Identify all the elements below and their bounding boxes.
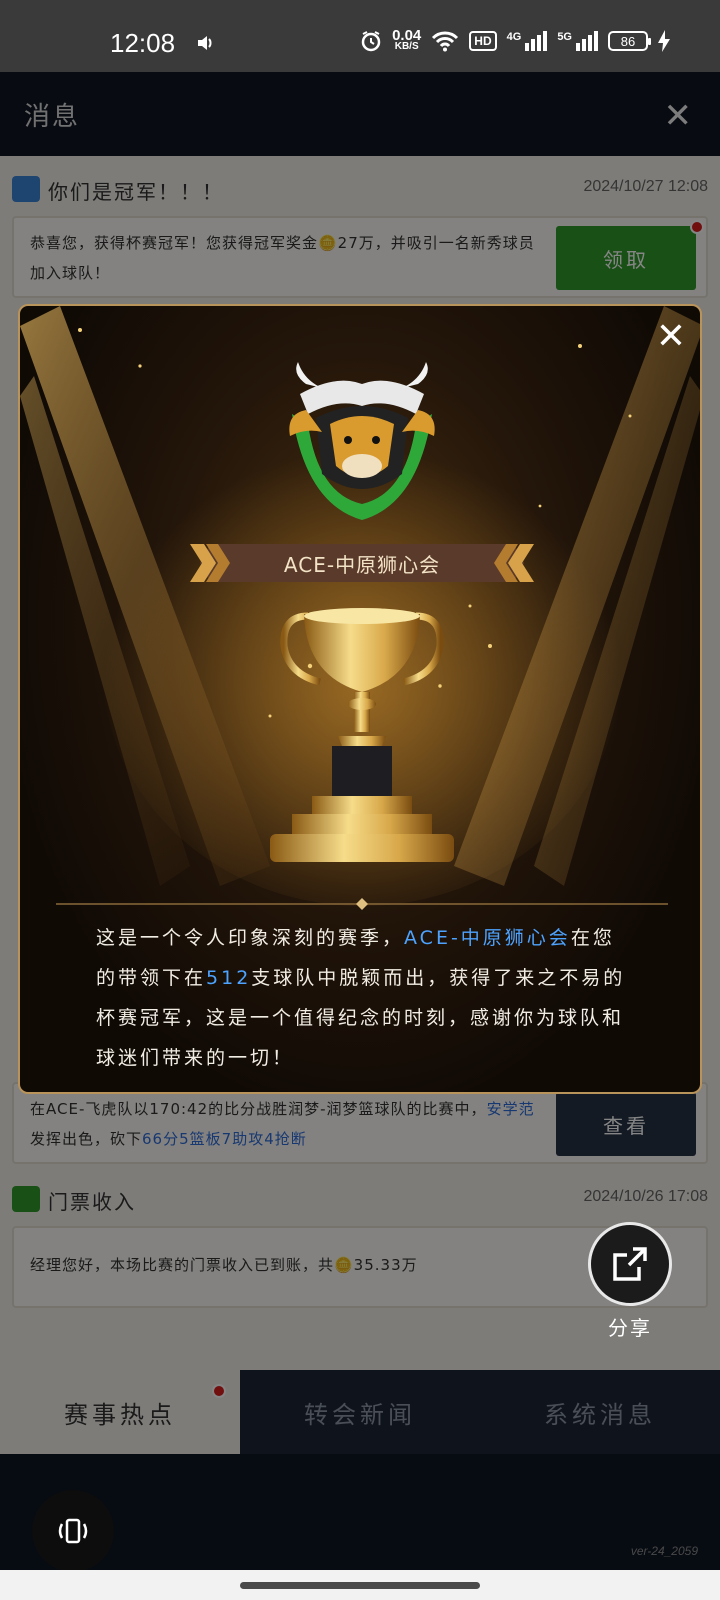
status-bar: 12:08 0.04 KB/S HD 4G 5G 86 bbox=[0, 0, 720, 72]
rotate-screen-button[interactable] bbox=[32, 1490, 114, 1572]
battery-icon: 86 bbox=[608, 31, 651, 51]
clock: 12:08 bbox=[110, 28, 176, 58]
hd-icon: HD bbox=[469, 31, 497, 51]
achievement-text: 这是一个令人印象深刻的赛季，ACE-中原狮心会在您的带领下在512支球队中脱颖而… bbox=[96, 927, 626, 1069]
share-button[interactable] bbox=[588, 1222, 672, 1306]
alarm-icon bbox=[361, 31, 381, 52]
gesture-bar bbox=[0, 1570, 720, 1600]
home-indicator[interactable] bbox=[240, 1582, 480, 1589]
signal-4g-icon: 4G bbox=[507, 31, 548, 51]
divider bbox=[56, 898, 668, 910]
network-speed: 0.04 KB/S bbox=[392, 27, 422, 52]
charging-icon bbox=[658, 30, 670, 52]
team-name: ACE-中原狮心会 bbox=[283, 552, 441, 577]
trophy-icon bbox=[270, 608, 454, 862]
volume-icon bbox=[198, 36, 212, 50]
signal-5g-icon: 5G bbox=[557, 31, 598, 51]
share-label: 分享 bbox=[608, 1316, 652, 1340]
wifi-icon bbox=[432, 31, 459, 52]
share-icon bbox=[613, 1247, 647, 1281]
team-logo-bison bbox=[289, 362, 435, 520]
rotate-icon bbox=[58, 1518, 88, 1544]
modal-close-icon[interactable]: ✕ bbox=[656, 316, 686, 357]
championship-modal: ✕ ACE-中原狮心会 这是一个令人印象深刻的赛季，ACE-中原狮心会在您的带领… bbox=[18, 304, 702, 1094]
team-link: ACE-中原狮心会 bbox=[404, 927, 571, 949]
